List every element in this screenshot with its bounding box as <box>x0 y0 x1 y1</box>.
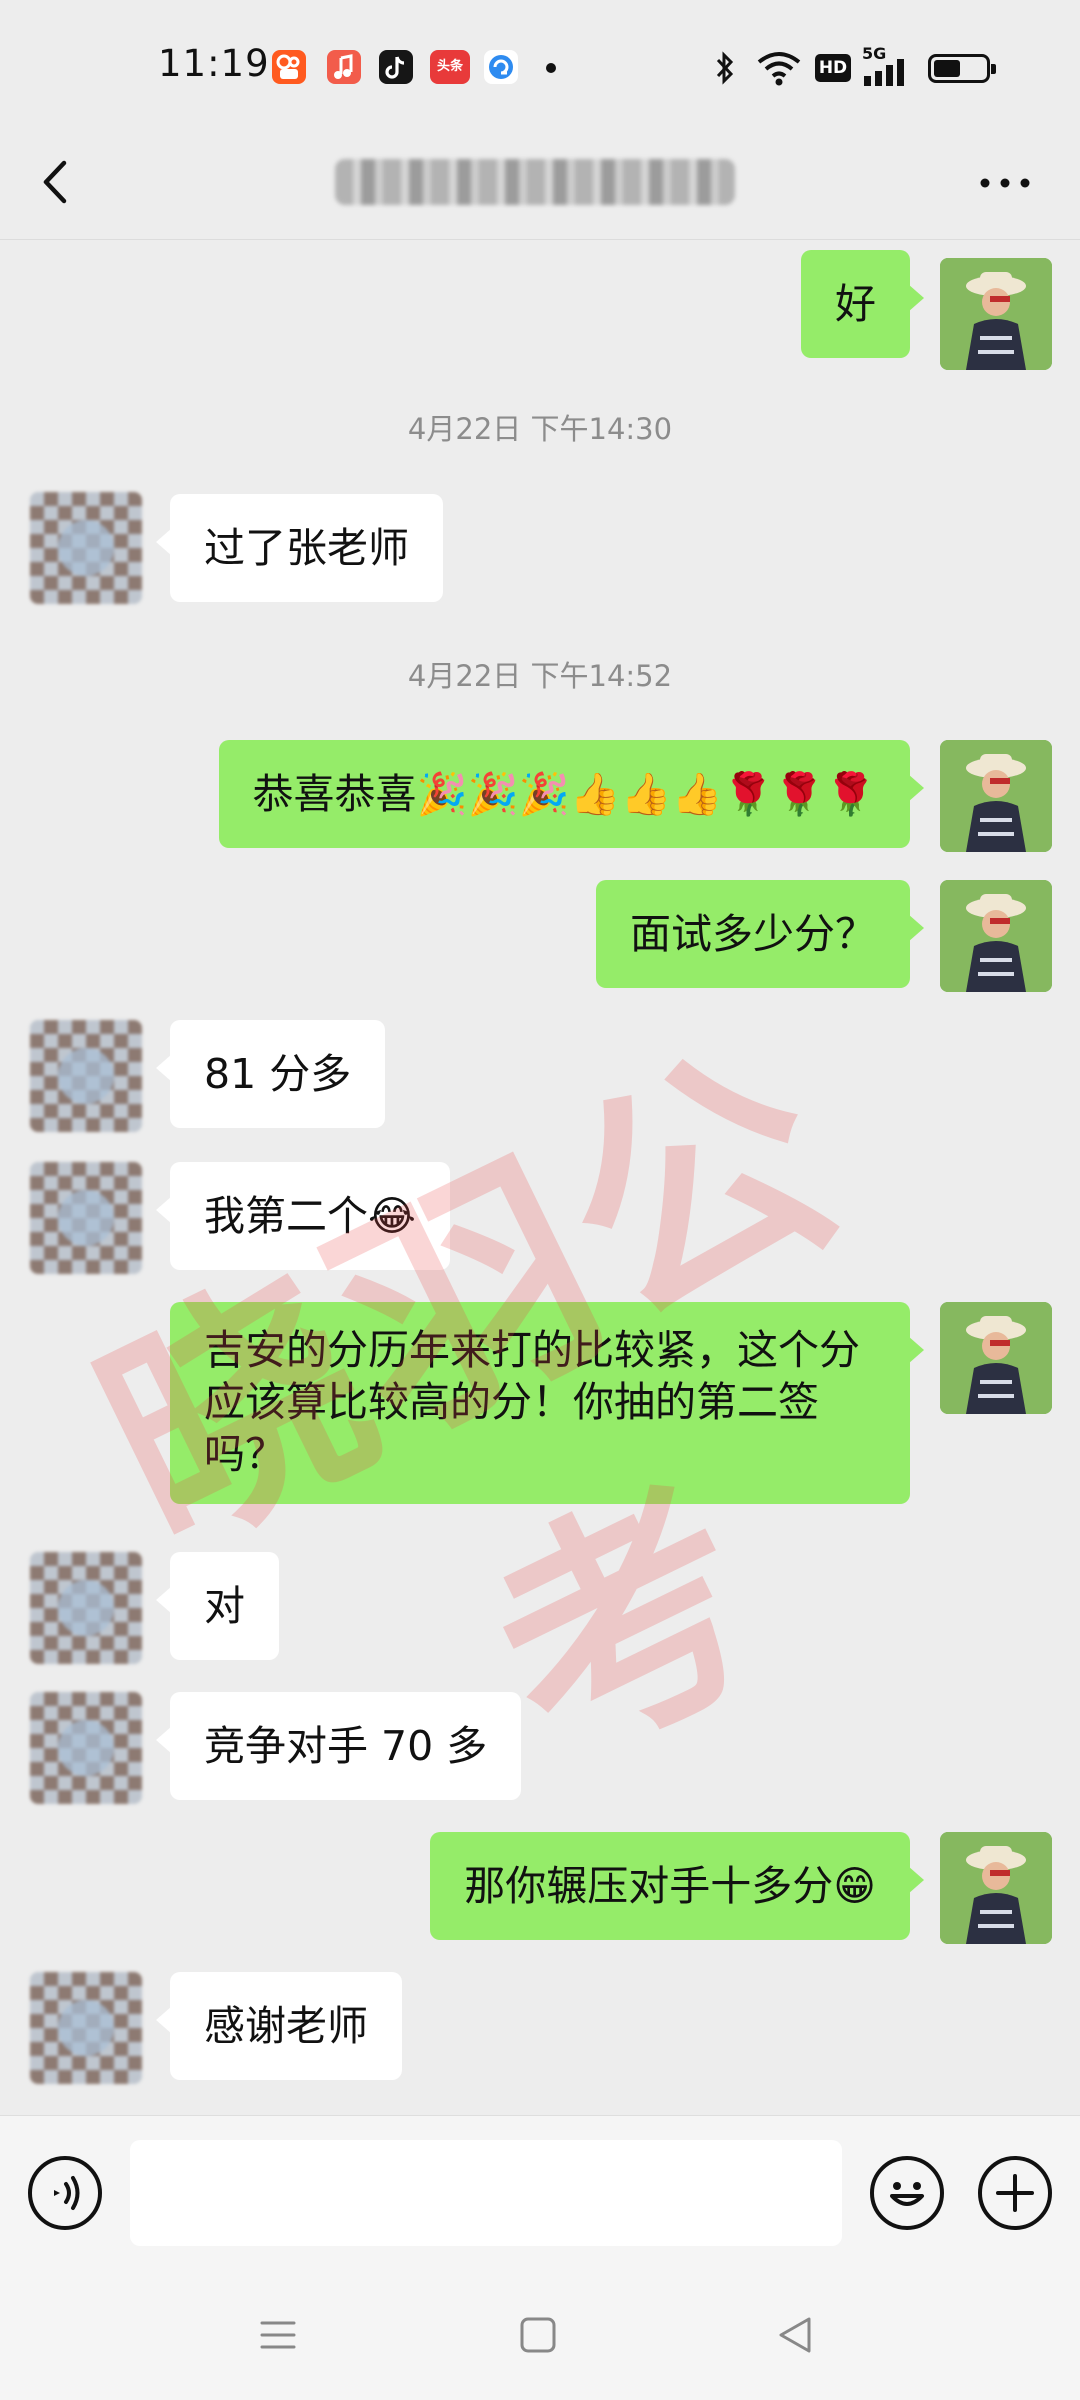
message-bubble-self[interactable]: 吉安的分历年来打的比较紧，这个分应该算比较高的分！你抽的第二签吗？ <box>170 1302 924 1504</box>
chevron-left-icon[interactable] <box>32 147 92 217</box>
timestamp: 4月22日 下午14:30 <box>407 412 673 446</box>
message-bubble-self[interactable]: 好 <box>801 250 924 358</box>
message-bubble-other[interactable]: 过了张老师 <box>156 494 443 602</box>
input-bar <box>0 2115 1080 2270</box>
home-icon[interactable] <box>518 2315 558 2355</box>
hd-badge: HD <box>815 54 851 82</box>
message-bubble-other[interactable]: 对 <box>156 1552 279 1660</box>
avatar-self[interactable] <box>940 880 1052 992</box>
message-bubble-other[interactable]: 我第二个😂 <box>156 1162 450 1270</box>
message-bubble-other[interactable]: 竞争对手 70 多 <box>155 1692 522 1800</box>
message-bubble-self[interactable]: 恭喜恭喜🎉🎉🎉👍👍👍🌹🌹🌹 <box>218 740 925 848</box>
toutiao-icon: 头条 <box>430 50 470 84</box>
message-bubble-other[interactable]: 81 分多 <box>155 1020 386 1128</box>
status-bar: 11:19 头条 HD 5G <box>0 0 1080 135</box>
chat-header <box>0 135 1080 240</box>
avatar-other[interactable] <box>30 1692 142 1804</box>
avatar-self[interactable] <box>940 740 1052 852</box>
message-bubble-self[interactable]: 那你辗压对手十多分😁 <box>430 1832 924 1940</box>
message-bubble-self[interactable]: 面试多少分？ <box>596 880 924 988</box>
avatar-self[interactable] <box>940 1302 1052 1414</box>
avatar-other[interactable] <box>30 1020 142 1132</box>
message-input[interactable] <box>130 2140 842 2246</box>
kuaishou-icon <box>272 50 306 84</box>
message-list[interactable]: 好 4月22日 下午14:30 过了张老师 4月22日 下午14:52 恭喜恭喜… <box>0 240 1080 2115</box>
wifi-icon <box>757 52 801 86</box>
avatar-other[interactable] <box>30 492 142 604</box>
avatar-other[interactable] <box>30 1552 142 1664</box>
chat-title-redacted <box>335 159 735 205</box>
emoji-icon[interactable] <box>870 2156 944 2230</box>
more-dots-icon[interactable] <box>975 163 1035 203</box>
clock: 11:19 <box>158 42 270 85</box>
message-bubble-other[interactable]: 感谢老师 <box>156 1972 402 2080</box>
plus-icon[interactable] <box>978 2156 1052 2230</box>
notification-dot-icon <box>546 63 556 73</box>
music-icon <box>327 50 361 84</box>
avatar-self[interactable] <box>940 1832 1052 1944</box>
voice-icon[interactable] <box>28 2156 102 2230</box>
bluetooth-icon <box>716 51 734 85</box>
signal-icon <box>864 59 904 86</box>
tiktok-icon <box>379 50 413 84</box>
browser-icon <box>484 50 518 84</box>
battery-icon <box>928 54 996 83</box>
back-triangle-icon[interactable] <box>775 2315 815 2355</box>
system-navigation-bar <box>0 2270 1080 2400</box>
avatar-other[interactable] <box>30 1162 142 1274</box>
timestamp: 4月22日 下午14:52 <box>407 659 673 693</box>
avatar-self[interactable] <box>940 258 1052 370</box>
avatar-other[interactable] <box>30 1972 142 2084</box>
menu-icon[interactable] <box>258 2315 298 2355</box>
